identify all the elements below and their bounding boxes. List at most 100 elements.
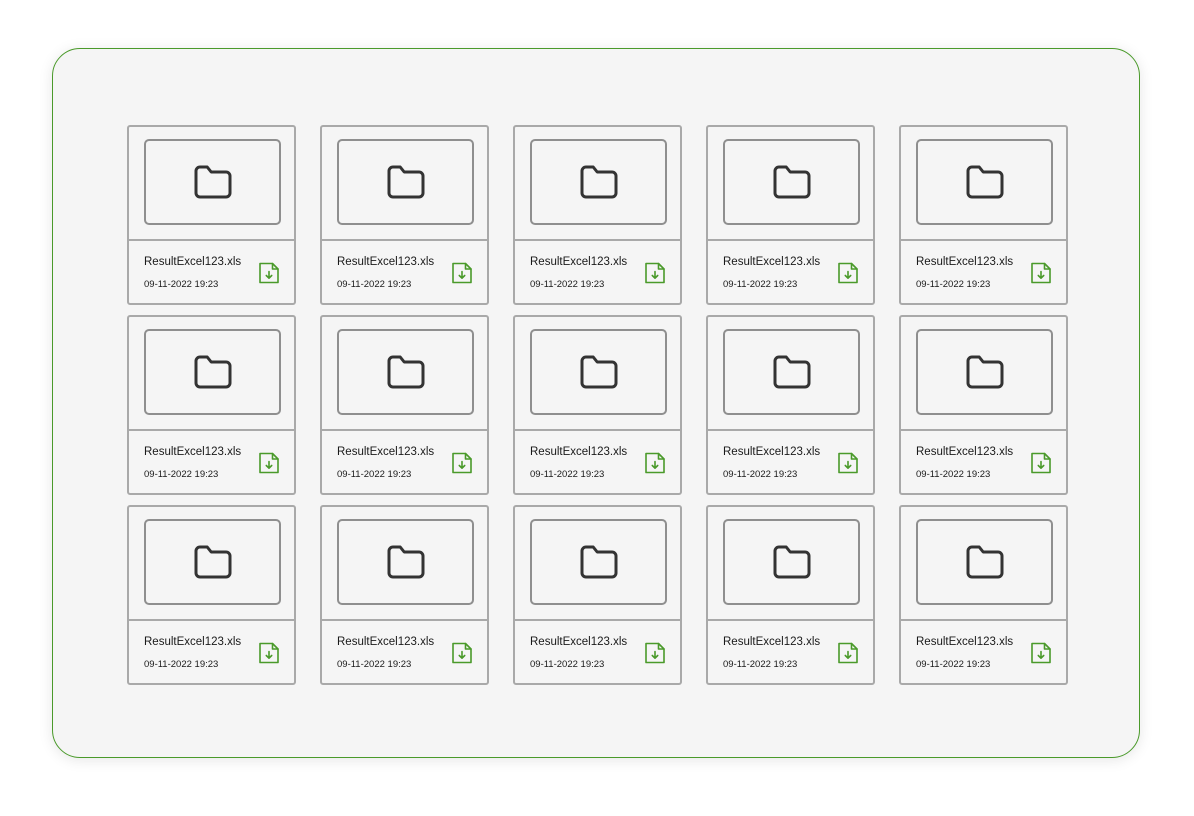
file-thumbnail [530,329,667,415]
file-name: ResultExcel123.xls [337,446,435,458]
card-divider [515,429,680,431]
file-date: 09-11-2022 19:23 [723,279,798,290]
card-divider [129,239,294,241]
file-name: ResultExcel123.xls [530,446,628,458]
folder-icon [773,355,810,389]
file-card[interactable]: ResultExcel123.xls 09-11-2022 19:23 [706,125,875,305]
file-name: ResultExcel123.xls [337,636,435,648]
file-date: 09-11-2022 19:23 [916,469,991,480]
file-card[interactable]: ResultExcel123.xls 09-11-2022 19:23 [513,125,682,305]
folder-icon [580,355,617,389]
file-name: ResultExcel123.xls [723,446,821,458]
card-divider [322,429,487,431]
file-card[interactable]: ResultExcel123.xls 09-11-2022 19:23 [127,315,296,495]
file-gallery-panel: ResultExcel123.xls 09-11-2022 19:23 Resu… [52,48,1140,758]
file-thumbnail [144,519,281,605]
file-name: ResultExcel123.xls [723,636,821,648]
card-divider [901,619,1066,621]
file-download-icon[interactable] [450,641,474,665]
folder-icon [773,165,810,199]
card-divider [515,619,680,621]
file-name: ResultExcel123.xls [144,636,242,648]
file-date: 09-11-2022 19:23 [144,279,219,290]
file-name: ResultExcel123.xls [916,256,1014,268]
file-date: 09-11-2022 19:23 [337,659,412,670]
file-name: ResultExcel123.xls [144,256,242,268]
file-download-icon[interactable] [450,261,474,285]
folder-icon [387,545,424,579]
file-date: 09-11-2022 19:23 [337,469,412,480]
file-date: 09-11-2022 19:23 [144,469,219,480]
card-divider [322,619,487,621]
folder-icon [966,545,1003,579]
folder-icon [194,545,231,579]
file-download-icon[interactable] [257,261,281,285]
file-thumbnail [337,139,474,225]
file-download-icon[interactable] [450,451,474,475]
file-date: 09-11-2022 19:23 [530,469,605,480]
file-date: 09-11-2022 19:23 [337,279,412,290]
folder-icon [966,355,1003,389]
card-divider [901,239,1066,241]
file-card[interactable]: ResultExcel123.xls 09-11-2022 19:23 [899,505,1068,685]
file-card[interactable]: ResultExcel123.xls 09-11-2022 19:23 [706,505,875,685]
file-card[interactable]: ResultExcel123.xls 09-11-2022 19:23 [513,505,682,685]
file-name: ResultExcel123.xls [916,446,1014,458]
card-divider [322,239,487,241]
file-thumbnail [530,519,667,605]
card-divider [708,239,873,241]
folder-icon [194,355,231,389]
folder-icon [580,545,617,579]
file-grid: ResultExcel123.xls 09-11-2022 19:23 Resu… [127,125,1068,685]
card-divider [901,429,1066,431]
file-date: 09-11-2022 19:23 [530,279,605,290]
file-download-icon[interactable] [643,451,667,475]
folder-icon [387,355,424,389]
file-card[interactable]: ResultExcel123.xls 09-11-2022 19:23 [320,315,489,495]
file-download-icon[interactable] [836,261,860,285]
file-download-icon[interactable] [257,451,281,475]
file-date: 09-11-2022 19:23 [916,279,991,290]
file-download-icon[interactable] [1029,451,1053,475]
file-thumbnail [337,519,474,605]
file-download-icon[interactable] [836,641,860,665]
file-thumbnail [337,329,474,415]
file-thumbnail [723,519,860,605]
file-thumbnail [916,139,1053,225]
file-thumbnail [723,329,860,415]
file-thumbnail [916,329,1053,415]
file-card[interactable]: ResultExcel123.xls 09-11-2022 19:23 [320,505,489,685]
file-date: 09-11-2022 19:23 [530,659,605,670]
card-divider [129,619,294,621]
file-card[interactable]: ResultExcel123.xls 09-11-2022 19:23 [706,315,875,495]
folder-icon [966,165,1003,199]
file-card[interactable]: ResultExcel123.xls 09-11-2022 19:23 [513,315,682,495]
folder-icon [194,165,231,199]
file-download-icon[interactable] [1029,641,1053,665]
file-thumbnail [723,139,860,225]
file-name: ResultExcel123.xls [530,256,628,268]
card-divider [708,619,873,621]
file-card[interactable]: ResultExcel123.xls 09-11-2022 19:23 [127,505,296,685]
folder-icon [773,545,810,579]
file-card[interactable]: ResultExcel123.xls 09-11-2022 19:23 [127,125,296,305]
file-download-icon[interactable] [836,451,860,475]
file-card[interactable]: ResultExcel123.xls 09-11-2022 19:23 [899,125,1068,305]
file-thumbnail [530,139,667,225]
file-download-icon[interactable] [643,261,667,285]
file-thumbnail [916,519,1053,605]
file-download-icon[interactable] [643,641,667,665]
file-date: 09-11-2022 19:23 [144,659,219,670]
file-name: ResultExcel123.xls [337,256,435,268]
file-card[interactable]: ResultExcel123.xls 09-11-2022 19:23 [320,125,489,305]
card-divider [708,429,873,431]
file-card[interactable]: ResultExcel123.xls 09-11-2022 19:23 [899,315,1068,495]
file-name: ResultExcel123.xls [530,636,628,648]
folder-icon [387,165,424,199]
file-download-icon[interactable] [257,641,281,665]
file-name: ResultExcel123.xls [916,636,1014,648]
file-date: 09-11-2022 19:23 [723,469,798,480]
folder-icon [580,165,617,199]
file-download-icon[interactable] [1029,261,1053,285]
file-name: ResultExcel123.xls [144,446,242,458]
